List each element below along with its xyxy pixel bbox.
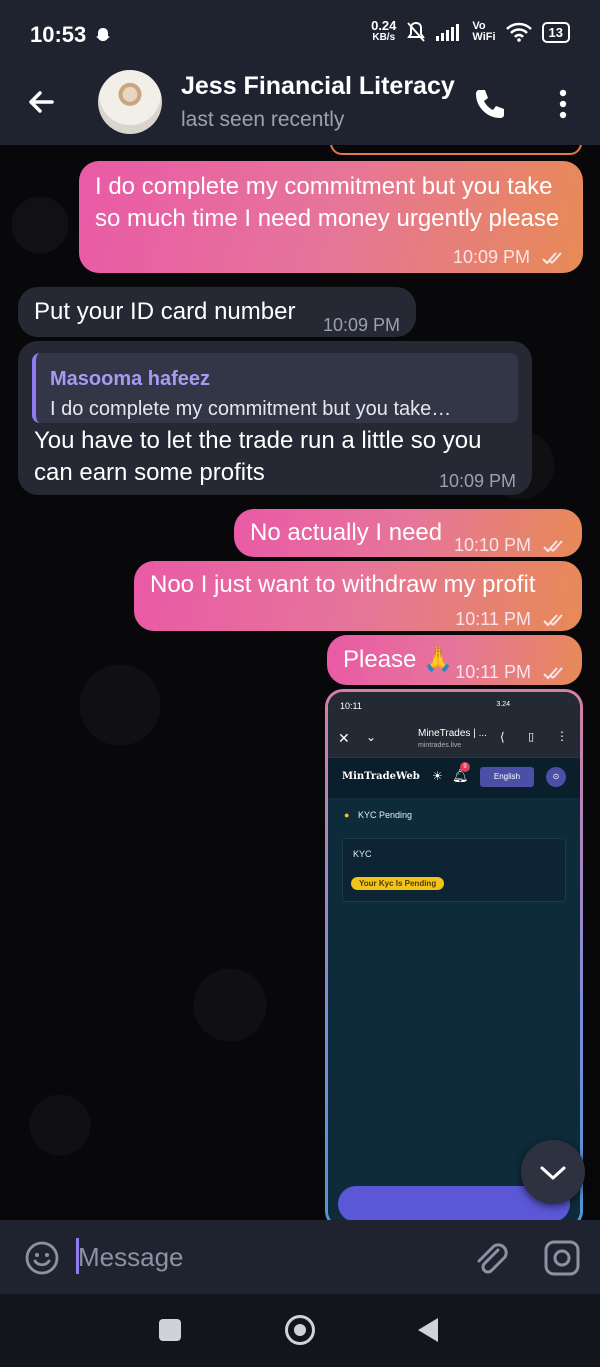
chat-subtitle: last seen recently <box>181 108 345 131</box>
system-nav-bar <box>0 1294 600 1367</box>
net-speed-unit: KB/s <box>372 32 396 43</box>
battery-indicator: 13 <box>541 21 570 43</box>
chevron-down-icon: ⌄ <box>366 730 377 744</box>
share-icon: ⟨ <box>500 730 505 744</box>
double-check-icon <box>542 252 562 265</box>
message-text: Please 🙏 <box>343 646 453 673</box>
recent-apps-button[interactable] <box>159 1319 181 1341</box>
net-speed-value: 0.24 <box>371 18 397 33</box>
chat-area[interactable]: I do complete my commitment but you take… <box>0 145 600 1220</box>
wifi-icon <box>505 22 532 42</box>
carrier-bottom: WiFi <box>472 31 496 43</box>
sun-icon: ☀ <box>432 769 443 783</box>
camera-icon[interactable] <box>542 1238 582 1278</box>
status-bar: 10:53 0.24 KB/s Vo WiFi 13 <box>0 0 600 70</box>
message-outgoing[interactable]: Please 🙏 10:11 PM <box>327 635 582 685</box>
chevron-down-icon <box>540 1166 566 1180</box>
status-icons: 0.24 KB/s Vo WiFi 13 <box>371 18 570 44</box>
message-outgoing[interactable]: Noo I just want to withdraw my profit 10… <box>134 561 582 631</box>
signal-icon <box>436 24 460 41</box>
kyc-icon: ● <box>344 810 350 820</box>
mute-icon <box>407 21 426 42</box>
message-time: 10:09 PM <box>438 471 516 491</box>
screenshot-app-bar: MinTradeWeb ☀ 🔔︎ 9 English ⊙ <box>328 758 580 798</box>
language-select: English <box>480 767 534 787</box>
message-time: 10:11 PM <box>455 656 570 688</box>
message-input-bar <box>0 1220 600 1294</box>
more-vert-icon: ⋮ <box>556 729 568 743</box>
message-text: No actually I need <box>250 519 443 546</box>
screenshot-net-speed: 3.24 <box>496 701 510 708</box>
screenshot-site-url: mintrades.live <box>418 742 462 749</box>
screenshot-browser-bar: ✕ ⌄ MineTrades | ... mintrades.live ⟨ ▯ … <box>328 722 580 758</box>
close-icon: ✕ <box>338 730 350 746</box>
double-check-icon <box>543 540 563 553</box>
chat-title[interactable]: Jess Financial Literacy <box>181 72 461 101</box>
message-time-text: 10:09 PM <box>452 247 530 267</box>
bookmark-icon: ▯ <box>528 731 535 743</box>
more-vert-icon[interactable] <box>548 84 578 124</box>
message-input[interactable] <box>78 1236 438 1278</box>
previous-message-edge <box>330 145 582 155</box>
message-time-text: 10:11 PM <box>455 609 531 629</box>
message-text: Put your ID card number <box>34 298 296 325</box>
screenshot-status-bar: 10:11 3.24 <box>328 692 580 722</box>
emoji-icon[interactable] <box>22 1238 62 1278</box>
message-time: 10:10 PM <box>454 529 570 561</box>
back-button[interactable] <box>418 1318 438 1342</box>
carrier-label: Vo WiFi <box>472 21 495 43</box>
message-time-text: 10:11 PM <box>455 662 531 682</box>
notification-count: 9 <box>460 762 470 772</box>
screenshot-status-badge: Your Kyc Is Pending <box>351 877 445 890</box>
user-icon: ⊙ <box>546 767 566 787</box>
screenshot-site-title: MineTrades | ... <box>418 728 487 739</box>
message-outgoing[interactable]: No actually I need 10:10 PM <box>234 509 582 557</box>
message-text: I do complete my commitment but you take… <box>95 173 560 232</box>
net-speed: 0.24 KB/s <box>371 18 397 44</box>
message-incoming[interactable]: Put your ID card number 10:09 PM <box>18 287 416 337</box>
message-incoming-reply[interactable]: Masooma hafeez I do complete my commitme… <box>18 341 532 495</box>
message-text: Noo I just want to withdraw my profit <box>150 571 536 598</box>
message-time-text: 10:10 PM <box>453 535 531 555</box>
screenshot-section-title: KYC Pending <box>358 810 413 820</box>
paperclip-icon[interactable] <box>470 1236 510 1278</box>
home-button[interactable] <box>285 1315 315 1345</box>
screenshot-kyc-card: KYC Your Kyc Is Pending <box>342 838 566 902</box>
double-check-icon <box>543 667 563 680</box>
phone-icon[interactable] <box>470 84 510 124</box>
screenshot-status-time: 10:11 <box>340 701 362 711</box>
message-time: 10:09 PM <box>453 241 569 273</box>
message-time: 10:11 PM <box>455 603 570 635</box>
chat-header: Jess Financial Literacy last seen recent… <box>0 70 600 145</box>
screenshot-brand: MinTradeWeb <box>342 771 420 782</box>
message-time: 10:09 PM <box>322 315 400 335</box>
double-check-icon <box>543 614 563 627</box>
message-outgoing[interactable]: I do complete my commitment but you take… <box>79 161 583 273</box>
back-arrow-icon[interactable] <box>22 82 62 122</box>
status-time: 10:53 <box>30 22 87 47</box>
screenshot-card-title: KYC <box>353 849 372 859</box>
avatar[interactable] <box>98 70 162 134</box>
snapchat-icon <box>96 28 110 41</box>
reply-quote[interactable]: Masooma hafeez I do complete my commitme… <box>32 353 518 423</box>
scroll-down-button[interactable] <box>521 1140 585 1204</box>
reply-author: Masooma hafeez <box>50 368 211 390</box>
reply-text: I do complete my commitment but you take… <box>50 398 452 420</box>
